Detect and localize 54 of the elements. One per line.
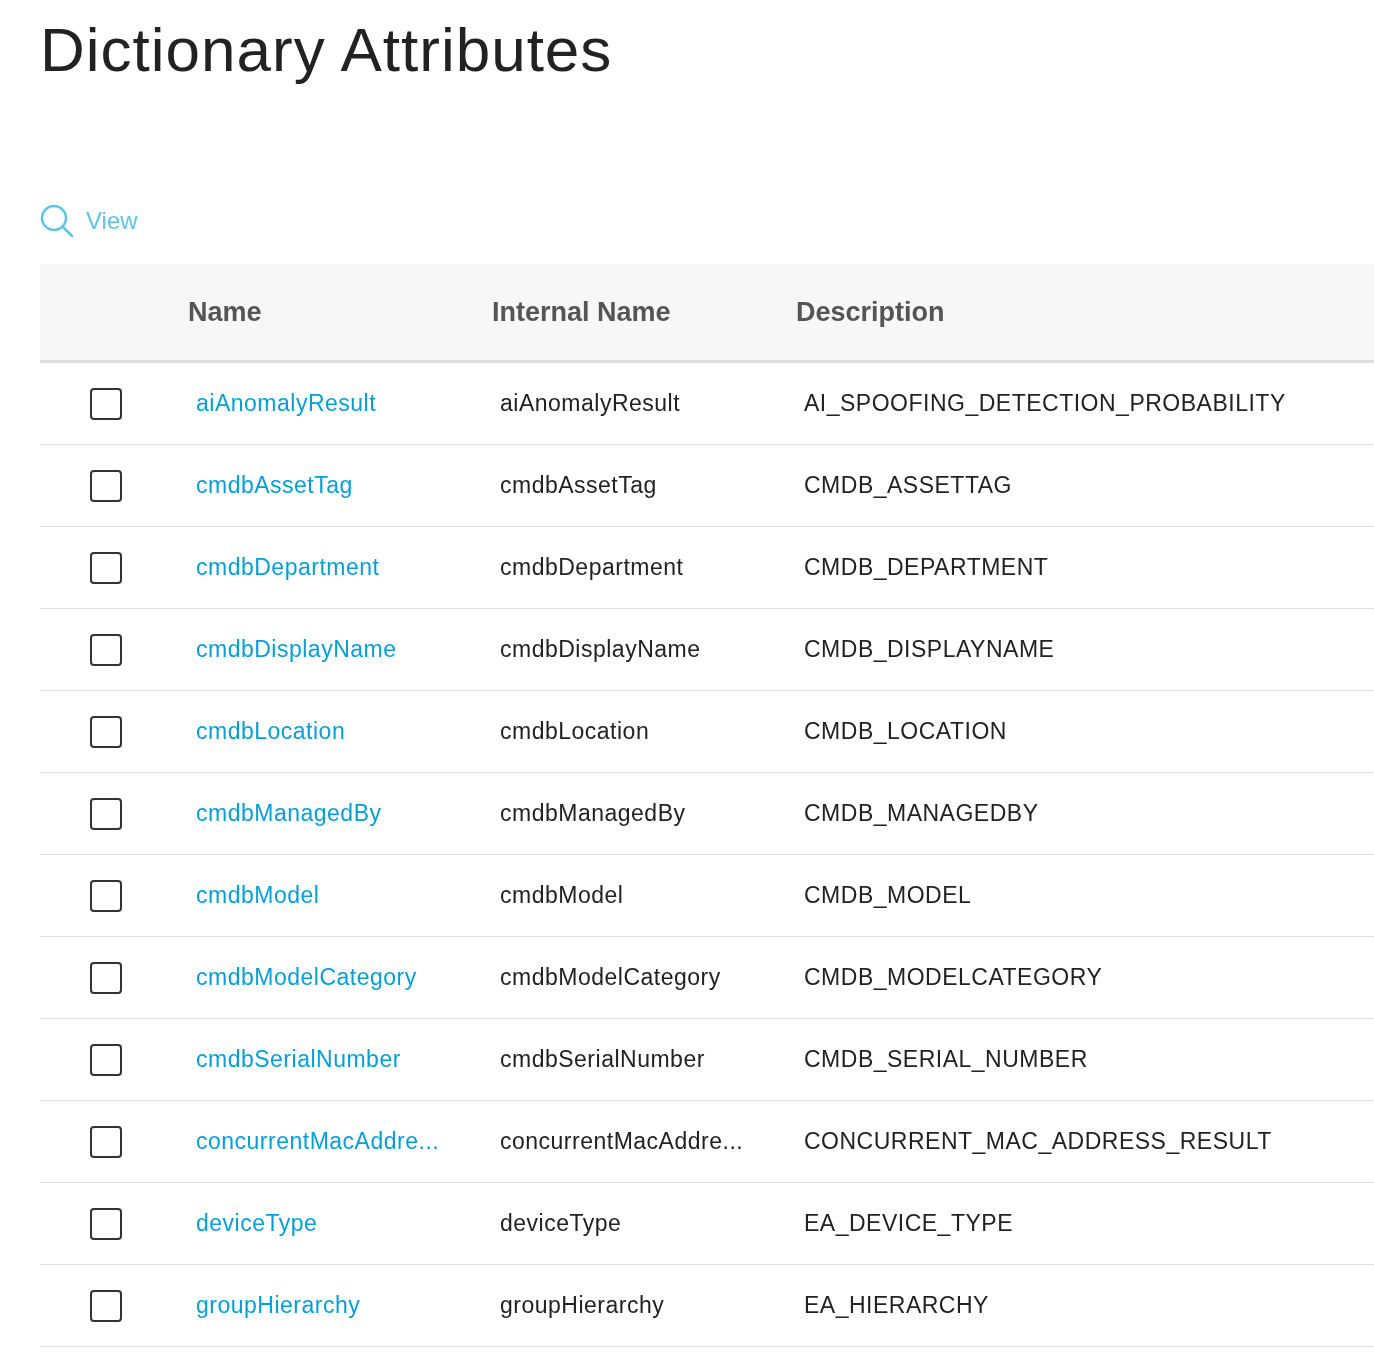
description-cell: CMDB_DISPLAYNAME (804, 636, 1055, 662)
internal-name-cell: cmdbSerialNumber (500, 1046, 705, 1072)
description-cell: CMDB_MANAGEDBY (804, 800, 1039, 826)
description-cell: CMDB_SERIAL_NUMBER (804, 1046, 1088, 1072)
row-checkbox[interactable] (90, 961, 122, 994)
internal-name-cell: cmdbModelCategory (500, 964, 721, 990)
view-link[interactable]: View (40, 204, 138, 238)
attribute-name-link[interactable]: cmdbManagedBy (196, 800, 382, 826)
row-checkbox[interactable] (90, 1125, 122, 1158)
row-checkbox[interactable] (90, 1289, 122, 1322)
description-cell: EA_DEVICE_TYPE (804, 1210, 1013, 1236)
internal-name-cell: cmdbManagedBy (500, 800, 686, 826)
description-cell: CMDB_MODELCATEGORY (804, 964, 1103, 990)
attribute-name-link[interactable]: cmdbModel (196, 882, 320, 908)
row-checkbox[interactable] (90, 633, 122, 666)
internal-name-cell: cmdbAssetTag (500, 472, 657, 498)
attribute-name-link[interactable]: concurrentMacAddre... (196, 1128, 440, 1154)
internal-name-cell: concurrentMacAddre... (500, 1128, 744, 1154)
row-checkbox[interactable] (90, 715, 122, 748)
row-checkbox[interactable] (90, 1043, 122, 1076)
row-checkbox[interactable] (90, 797, 122, 830)
attribute-name-link[interactable]: groupHierarchy (196, 1292, 361, 1318)
description-cell: CMDB_ASSETTAG (804, 472, 1012, 498)
column-header[interactable]: Description (796, 296, 1374, 328)
attribute-name-link[interactable]: cmdbSerialNumber (196, 1046, 401, 1072)
internal-name-cell: cmdbModel (500, 882, 624, 908)
internal-name-cell: aiAnomalyResult (500, 390, 681, 416)
internal-name-cell: cmdbLocation (500, 718, 650, 744)
attribute-name-link[interactable]: deviceType (196, 1210, 318, 1236)
description-cell: CMDB_LOCATION (804, 718, 1007, 744)
column-header[interactable]: Name (188, 296, 492, 328)
internal-name-cell: cmdbDepartment (500, 554, 684, 580)
internal-name-cell: groupHierarchy (500, 1292, 665, 1318)
internal-name-cell: cmdbDisplayName (500, 636, 701, 662)
attribute-name-link[interactable]: cmdbDisplayName (196, 636, 397, 662)
attribute-name-link[interactable]: cmdbModelCategory (196, 964, 417, 990)
description-cell: CMDB_DEPARTMENT (804, 554, 1049, 580)
row-checkbox[interactable] (90, 1207, 122, 1240)
row-checkbox[interactable] (90, 469, 122, 502)
attribute-name-link[interactable]: aiAnomalyResult (196, 390, 377, 416)
row-checkbox[interactable] (90, 387, 122, 420)
internal-name-cell: deviceType (500, 1210, 622, 1236)
search-icon (40, 204, 74, 238)
row-checkbox[interactable] (90, 551, 122, 584)
description-cell: EA_HIERARCHY (804, 1292, 989, 1318)
attribute-name-link[interactable]: cmdbDepartment (196, 554, 380, 580)
attribute-name-link[interactable]: cmdbAssetTag (196, 472, 353, 498)
row-checkbox[interactable] (90, 879, 122, 912)
page-title: Dictionary Attributes (40, 14, 614, 86)
attribute-name-link[interactable]: cmdbLocation (196, 718, 346, 744)
column-header[interactable]: Internal Name (492, 296, 796, 328)
description-cell: AI_SPOOFING_DETECTION_PROBABILITY (804, 390, 1286, 416)
description-cell: CONCURRENT_MAC_ADDRESS_RESULT (804, 1128, 1272, 1154)
description-cell: CMDB_MODEL (804, 882, 972, 908)
